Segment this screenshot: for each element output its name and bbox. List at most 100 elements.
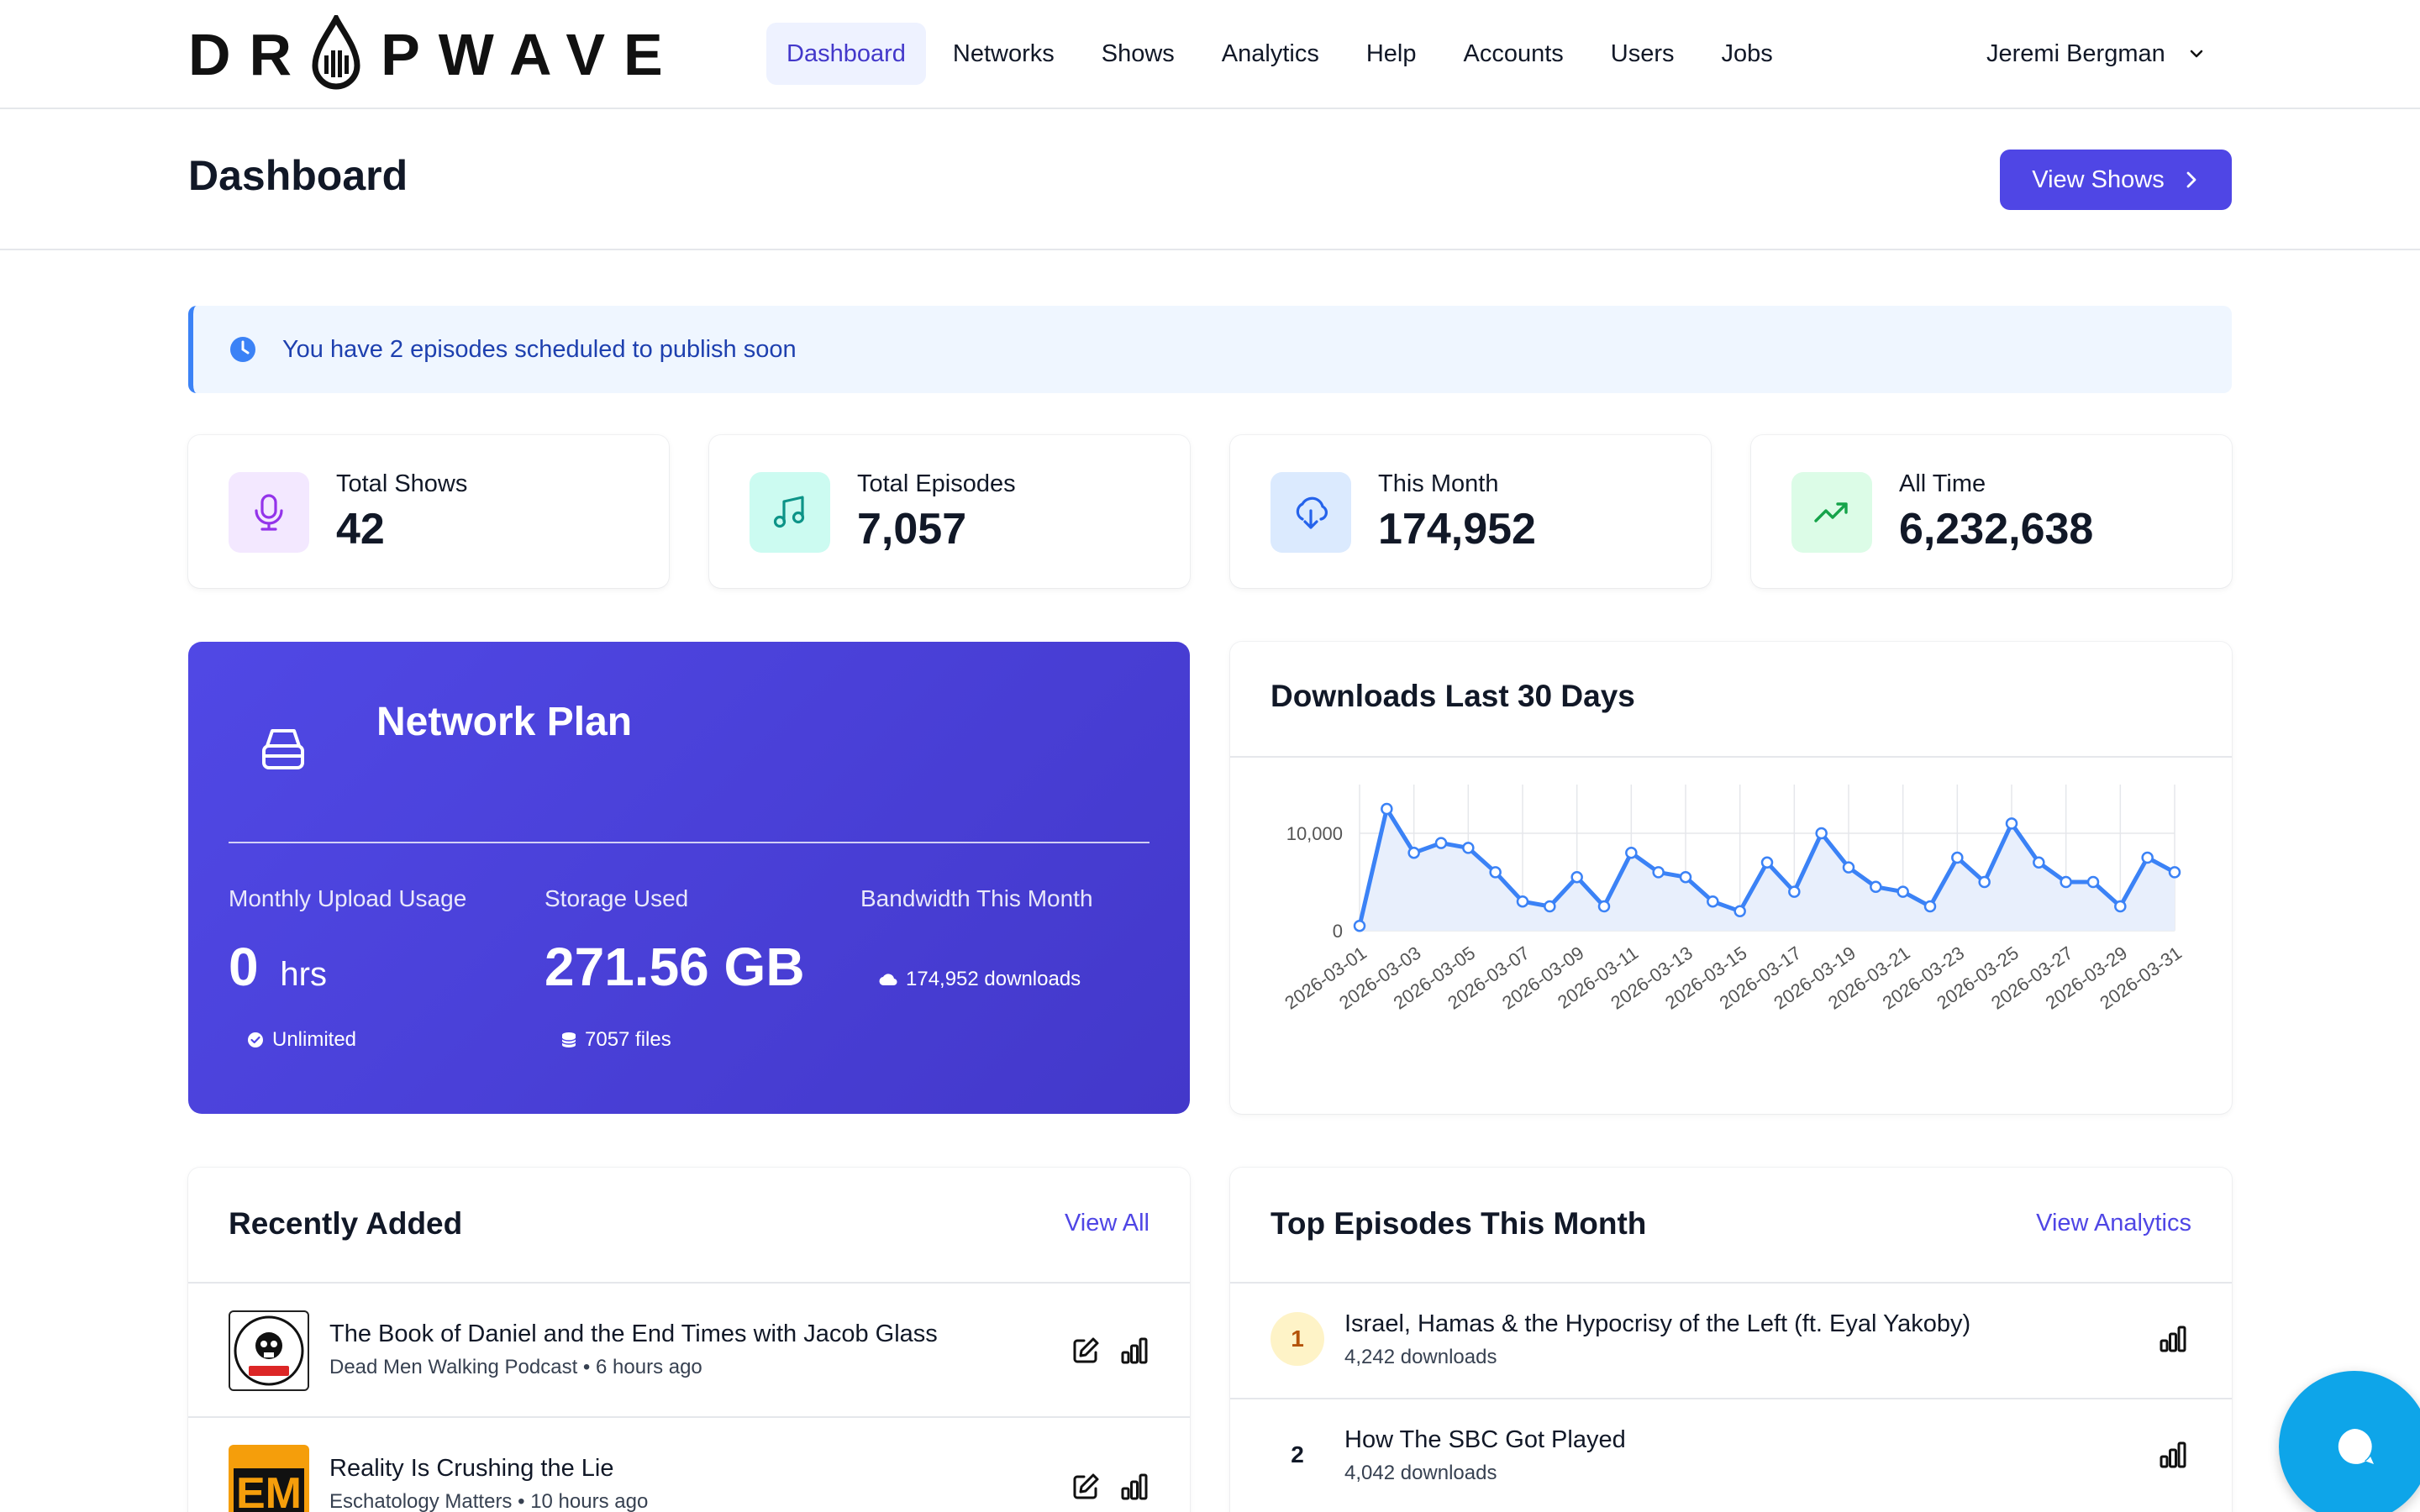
music-note-icon [750,472,830,553]
edit-icon[interactable] [1071,1336,1101,1366]
data-point [1842,861,1855,874]
bar-chart-icon[interactable] [1119,1472,1150,1502]
data-point [2033,856,2045,869]
row-divider [188,1416,1190,1418]
data-point [2005,817,2018,830]
scheduled-episodes-alert: You have 2 episodes scheduled to publish… [188,306,2232,393]
data-point [2114,900,2127,913]
downloads-chart-card: Downloads Last 30 Days 0 10,000 2026-03-01… [1230,642,2232,1114]
bandwidth-note: 174,952 downloads [879,968,1081,991]
nav-jobs[interactable]: Jobs [1702,23,1793,85]
upload-note: Unlimited [247,1028,356,1052]
plan-divider [229,842,1150,843]
bandwidth-note-text: 174,952 downloads [906,968,1081,990]
data-point [1760,856,1774,869]
data-point [1434,837,1448,849]
stat-value: 6,232,638 [1899,505,2094,554]
upload-value: 0 [229,937,259,997]
rank-badge: 2 [1291,1441,1304,1467]
eschatology-artwork: EM [234,1468,304,1512]
episode-meta: Eschatology Matters • 10 hours ago [329,1490,649,1512]
alert-text: You have 2 episodes scheduled to publish… [282,335,797,363]
stat-label: Total Shows [336,470,468,497]
upload-unit: hrs [280,956,327,993]
data-point [1381,802,1393,816]
data-point [1788,885,1801,898]
stat-card-this-month: This Month 174,952 [1230,435,1711,588]
nav-networks[interactable]: Networks [933,23,1075,85]
episode-actions [1071,1472,1150,1502]
package-icon [262,729,304,769]
view-all-link[interactable]: View All [1065,1210,1150,1237]
bar-chart-icon[interactable] [2158,1324,2188,1354]
data-point [2086,875,2100,889]
top-navbar: DR PWAVE Dashboard Networks Shows Analyt… [0,0,2420,109]
episode-title[interactable]: Reality Is Crushing the Lie [329,1455,614,1483]
dead-men-walking-artwork [234,1315,304,1386]
downloads-card-title: Downloads Last 30 Days [1270,679,1635,713]
storage-note: 7057 files [561,1028,671,1052]
storage-used-value: 271.56 GB [544,937,805,997]
bar-chart-icon[interactable] [1119,1336,1150,1366]
data-point [1489,866,1502,879]
stat-value: 174,952 [1378,505,1536,554]
top-episode-title[interactable]: Israel, Hamas & the Hypocrisy of the Lef… [1344,1310,1970,1338]
stat-card-all-time: All Time 6,232,638 [1751,435,2232,588]
storage-used-label: Storage Used [544,885,689,911]
check-circle-icon [248,1032,263,1047]
data-point [1870,880,1882,894]
data-point [1516,895,1529,908]
data-point [1978,875,1991,889]
main-nav: Dashboard Networks Shows Analytics Help … [766,23,1800,85]
trending-up-icon [1791,472,1872,553]
view-analytics-link[interactable]: View Analytics [2036,1210,2191,1237]
plan-title: Network Plan [376,700,633,744]
episode-thumbnail[interactable] [229,1310,309,1391]
stat-value: 7,057 [857,505,967,554]
stat-label: Total Episodes [857,470,1016,497]
card-divider [188,1282,1190,1284]
chat-launcher-button[interactable] [2279,1371,2420,1512]
logo-text-right: PWAVE [381,22,681,87]
data-point [2141,851,2154,864]
nav-dashboard[interactable]: Dashboard [766,23,926,85]
episode-thumbnail[interactable]: EM [229,1445,309,1512]
edit-icon[interactable] [1071,1472,1101,1502]
view-shows-button[interactable]: View Shows [2000,150,2232,210]
data-point [1652,866,1665,879]
data-point [1679,870,1692,884]
data-point [2060,875,2072,889]
bar-chart-icon[interactable] [2158,1440,2188,1470]
nav-help[interactable]: Help [1346,23,1437,85]
nav-analytics[interactable]: Analytics [1202,23,1339,85]
rank-badge: 1 [1270,1312,1324,1366]
top-episode-title[interactable]: How The SBC Got Played [1344,1426,1626,1454]
card-divider [1230,1282,2232,1284]
logo-text-left: DR [188,22,311,87]
user-menu[interactable]: Jeremi Bergman [1986,23,2206,85]
nav-shows[interactable]: Shows [1081,23,1195,85]
episode-title[interactable]: The Book of Daniel and the End Times wit… [329,1320,938,1348]
top-episodes-card: Top Episodes This Month View Analytics 1… [1230,1168,2232,1512]
page-header: Dashboard View Shows [0,109,2420,250]
data-point [1462,842,1475,854]
data-point [1570,870,1583,884]
top-episode-downloads: 4,242 downloads [1344,1346,1497,1368]
data-point [1407,846,1420,859]
microphone-icon [229,472,309,553]
data-point [1597,900,1611,913]
data-point [1897,885,1909,898]
database-icon [561,1032,576,1047]
chevron-right-icon [2186,171,2196,188]
nav-accounts[interactable]: Accounts [1443,23,1583,85]
recently-added-card: Recently Added View All The Book of Dani… [188,1168,1190,1512]
nav-users[interactable]: Users [1591,23,1695,85]
network-plan-card: Network Plan Monthly Upload Usage 0 hrs … [188,642,1190,1114]
data-point [1353,919,1366,932]
dropwave-logo[interactable]: DR PWAVE [188,15,681,94]
data-point [1544,900,1556,913]
y-tick-label: 0 [1333,921,1343,942]
data-point [1815,827,1828,840]
bandwidth-label: Bandwidth This Month [860,885,1093,911]
top-episodes-title: Top Episodes This Month [1270,1206,1647,1241]
